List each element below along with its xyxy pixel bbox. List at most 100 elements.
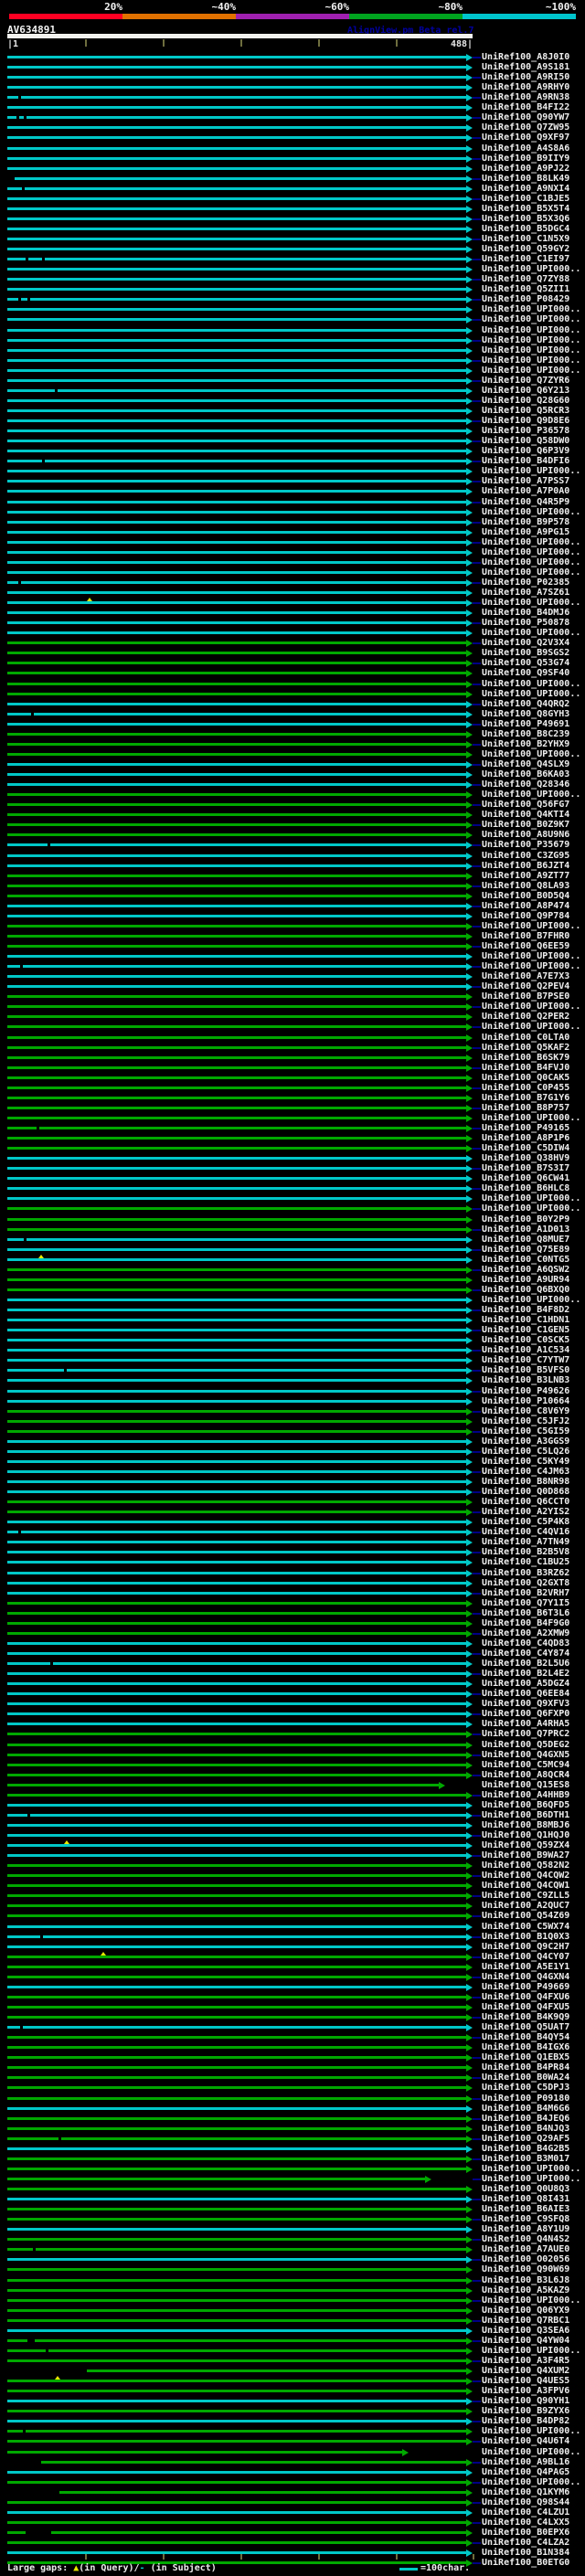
hit-row[interactable]: UniRef100_Q9P784 (0, 911, 585, 921)
hit-row[interactable]: UniRef100_Q4R5P9 (0, 497, 585, 507)
hit-row[interactable]: UniRef100_UPI000.. (0, 921, 585, 931)
hit-row[interactable]: UniRef100_Q8MUE7 (0, 1235, 585, 1245)
hit-row[interactable]: UniRef100_Q4PAG5 (0, 2467, 585, 2477)
hit-row[interactable]: UniRef100_Q58DW0 (0, 436, 585, 446)
hit-row[interactable]: UniRef100_Q3SEA6 (0, 2326, 585, 2336)
hit-row[interactable]: UniRef100_C5P4K8 (0, 1517, 585, 1527)
hit-row[interactable]: UniRef100_UPI000.. (0, 961, 585, 971)
hit-row[interactable]: UniRef100_UPI000.. (0, 304, 585, 314)
hit-row[interactable]: UniRef100_P49165 (0, 1123, 585, 1133)
hit-row[interactable]: UniRef100_Q1EBX5 (0, 2052, 585, 2062)
hit-row[interactable]: UniRef100_P50878 (0, 618, 585, 628)
hit-row[interactable]: UniRef100_Q54Z69 (0, 1911, 585, 1921)
hit-row[interactable]: UniRef100_UPI000.. (0, 2164, 585, 2174)
hit-row[interactable]: UniRef100_A9PJ22 (0, 164, 585, 174)
hit-row[interactable]: UniRef100_C1EI97 (0, 254, 585, 264)
hit-row[interactable]: UniRef100_UPI000.. (0, 1113, 585, 1123)
hit-row[interactable]: UniRef100_A8QCR4 (0, 1770, 585, 1780)
hit-row[interactable]: UniRef100_A7E7X3 (0, 971, 585, 981)
hit-row[interactable]: UniRef100_UPI000.. (0, 557, 585, 567)
hit-row[interactable]: UniRef100_Q4FXU5 (0, 2002, 585, 2012)
hit-row[interactable]: UniRef100_B7PSE0 (0, 991, 585, 1002)
hit-row[interactable]: UniRef100_B6HLC8 (0, 1183, 585, 1193)
hit-row[interactable]: UniRef100_Q90YH1 (0, 2396, 585, 2406)
hit-row[interactable]: UniRef100_Q7PRC2 (0, 1729, 585, 1739)
hit-row[interactable]: UniRef100_Q1HQJ0 (0, 1830, 585, 1840)
hit-row[interactable]: UniRef100_P49691 (0, 719, 585, 729)
hit-row[interactable]: UniRef100_B2VRH7 (0, 1588, 585, 1598)
hit-row[interactable]: UniRef100_A2QUC7 (0, 1901, 585, 1911)
hit-row[interactable]: UniRef100_Q4KTI4 (0, 810, 585, 820)
hit-row[interactable]: UniRef100_Q8I431 (0, 2194, 585, 2204)
hit-row[interactable]: UniRef100_B3LNB3 (0, 1375, 585, 1385)
hit-row[interactable]: UniRef100_UPI000.. (0, 1193, 585, 1203)
hit-row[interactable]: UniRef100_Q4CQW1 (0, 1881, 585, 1891)
hit-row[interactable]: UniRef100_A9RN38 (0, 92, 585, 102)
hit-row[interactable]: UniRef100_B4DFI6 (0, 456, 585, 466)
hit-row[interactable]: UniRef100_B5VFS0 (0, 1365, 585, 1375)
hit-row[interactable]: UniRef100_UPI000.. (0, 790, 585, 800)
hit-row[interactable]: UniRef100_C7YTW7 (0, 1355, 585, 1365)
hit-row[interactable]: UniRef100_Q7Y1I5 (0, 1598, 585, 1608)
hit-row[interactable]: UniRef100_Q0D868 (0, 1487, 585, 1497)
hit-row[interactable]: UniRef100_C4LZU1 (0, 2507, 585, 2518)
hit-row[interactable]: UniRef100_UPI000.. (0, 2346, 585, 2356)
hit-row[interactable]: UniRef100_B4DMJ6 (0, 608, 585, 618)
hit-row[interactable]: UniRef100_B5X5T4 (0, 204, 585, 214)
hit-row[interactable]: UniRef100_A9RHY0 (0, 82, 585, 92)
hit-row[interactable]: UniRef100_Q6BXQ0 (0, 1285, 585, 1295)
hit-row[interactable]: UniRef100_UPI000.. (0, 2426, 585, 2436)
hit-row[interactable]: UniRef100_C5KY49 (0, 1457, 585, 1467)
hit-row[interactable]: UniRef100_B6QFD5 (0, 1800, 585, 1810)
hit-row[interactable]: UniRef100_B4K9Q9 (0, 2012, 585, 2022)
hit-row[interactable]: UniRef100_Q4SLX9 (0, 759, 585, 769)
hit-row[interactable]: UniRef100_Q4QRQ2 (0, 699, 585, 709)
hit-row[interactable]: UniRef100_Q0U8Q3 (0, 2184, 585, 2194)
hit-row[interactable]: UniRef100_Q6CCT0 (0, 1497, 585, 1507)
hit-row[interactable]: UniRef100_UPI000.. (0, 355, 585, 366)
hit-row[interactable]: UniRef100_Q5ZII1 (0, 284, 585, 294)
hit-row[interactable]: UniRef100_C1BU25 (0, 1557, 585, 1567)
hit-row[interactable]: UniRef100_B7FHR0 (0, 931, 585, 941)
hit-row[interactable]: UniRef100_Q4GXN4 (0, 1972, 585, 1982)
hit-row[interactable]: UniRef100_Q6EE59 (0, 941, 585, 951)
hit-row[interactable]: UniRef100_Q9D8E6 (0, 416, 585, 426)
hit-row[interactable]: UniRef100_C5GI59 (0, 1426, 585, 1436)
hit-row[interactable]: UniRef100_A8P1P6 (0, 1133, 585, 1143)
hit-row[interactable]: UniRef100_Q0CAK5 (0, 1073, 585, 1083)
hit-row[interactable]: UniRef100_P49669 (0, 1982, 585, 1992)
hit-row[interactable]: UniRef100_A7AUE0 (0, 2244, 585, 2254)
hit-row[interactable]: UniRef100_O02056 (0, 2254, 585, 2264)
hit-row[interactable]: UniRef100_Q6CW41 (0, 1173, 585, 1183)
hit-row[interactable]: UniRef100_A5DGZ4 (0, 1679, 585, 1689)
hit-row[interactable]: UniRef100_Q7ZY88 (0, 274, 585, 284)
hit-row[interactable]: UniRef100_Q98S44 (0, 2497, 585, 2507)
hit-row[interactable]: UniRef100_B8LK49 (0, 174, 585, 184)
hit-row[interactable]: UniRef100_UPI000.. (0, 567, 585, 578)
hit-row[interactable]: UniRef100_B9SGS2 (0, 648, 585, 658)
hit-row[interactable]: UniRef100_B2YHX9 (0, 739, 585, 749)
hit-row[interactable]: UniRef100_B0Z9K7 (0, 820, 585, 830)
hit-row[interactable]: UniRef100_A9ZT77 (0, 871, 585, 881)
hit-row[interactable]: UniRef100_P09180 (0, 2094, 585, 2104)
hit-row[interactable]: UniRef100_Q4GXN5 (0, 1750, 585, 1760)
hit-row[interactable]: UniRef100_UPI000.. (0, 1203, 585, 1214)
hit-row[interactable]: UniRef100_A9BL16 (0, 2457, 585, 2467)
hit-row[interactable]: UniRef100_Q2GXT8 (0, 1578, 585, 1588)
hit-row[interactable]: UniRef100_B7G1Y6 (0, 1093, 585, 1103)
hit-row[interactable]: UniRef100_A1C534 (0, 1345, 585, 1355)
hit-row[interactable]: UniRef100_A9RI50 (0, 72, 585, 82)
hit-row[interactable]: UniRef100_A1D013 (0, 1224, 585, 1235)
hit-row[interactable]: UniRef100_C8V6Y9 (0, 1406, 585, 1416)
hit-row[interactable]: UniRef100_Q38HV9 (0, 1153, 585, 1163)
hit-row[interactable]: UniRef100_B8P757 (0, 1103, 585, 1113)
hit-row[interactable]: UniRef100_A8J0I0 (0, 52, 585, 62)
hit-row[interactable]: UniRef100_C1BJE5 (0, 194, 585, 204)
hit-row[interactable]: UniRef100_C5JFJ2 (0, 1416, 585, 1426)
hit-row[interactable]: UniRef100_C5DPJ3 (0, 2083, 585, 2093)
hit-row[interactable]: UniRef100_UPI000.. (0, 598, 585, 608)
hit-row[interactable]: UniRef100_A3F4R5 (0, 2356, 585, 2366)
hit-row[interactable]: UniRef100_Q7ZYR6 (0, 376, 585, 386)
hit-row[interactable]: UniRef100_C5WX74 (0, 1922, 585, 1932)
hit-row[interactable]: UniRef100_C3ZG95 (0, 851, 585, 861)
